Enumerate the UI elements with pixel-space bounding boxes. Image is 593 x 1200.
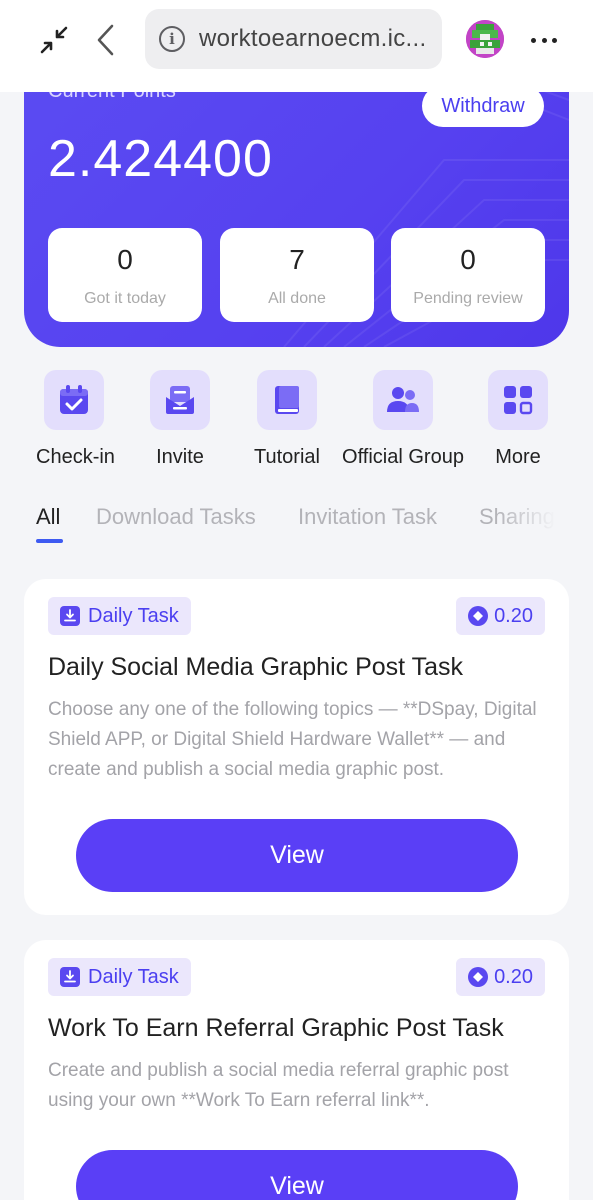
task-title: Work To Earn Referral Graphic Post Task — [48, 1014, 504, 1042]
address-bar[interactable]: i worktoearnoecm.ic... — [145, 9, 442, 69]
tabs-fade — [496, 504, 556, 544]
download-icon — [60, 606, 80, 626]
url-text: worktoearnoecm.ic... — [199, 25, 427, 52]
browser-toolbar: i worktoearnoecm.ic... — [0, 0, 593, 92]
stat-value: 0 — [460, 244, 476, 275]
collapse-arrows-icon[interactable] — [38, 24, 70, 56]
view-button[interactable]: View — [76, 1150, 518, 1200]
task-tabs: All Download Tasks Invitation Task Shari… — [36, 504, 556, 548]
reward-value: 0.20 — [494, 604, 533, 627]
active-tab-indicator — [36, 539, 63, 543]
shortcut-label: More — [495, 446, 541, 468]
task-description: Choose any one of the following topics —… — [48, 699, 537, 780]
badge-label: Daily Task — [88, 604, 179, 627]
task-card: Daily Task 0.20 Daily Social Media Graph… — [24, 579, 569, 915]
book-icon — [257, 370, 317, 430]
download-icon — [60, 967, 80, 987]
view-button[interactable]: View — [76, 819, 518, 892]
calendar-check-icon — [44, 370, 104, 430]
coin-icon — [468, 606, 489, 626]
stat-label: Pending review — [413, 290, 523, 307]
task-card: Daily Task 0.20 Work To Earn Referral Gr… — [24, 940, 569, 1200]
shortcut-official-group[interactable]: Official Group — [342, 370, 464, 469]
coin-icon — [468, 967, 489, 987]
grid-icon — [488, 370, 548, 430]
stat-all-done[interactable]: 7 All done — [220, 228, 374, 322]
task-title: Daily Social Media Graphic Post Task — [48, 653, 463, 681]
shortcut-tutorial[interactable]: Tutorial — [249, 370, 325, 469]
menu-dot — [552, 37, 557, 43]
shortcut-invite[interactable]: Invite — [142, 370, 218, 469]
task-description: Create and publish a social media referr… — [48, 1060, 509, 1111]
badge-label: Daily Task — [88, 965, 179, 988]
shortcut-label: Check-in — [36, 446, 115, 468]
reward-value: 0.20 — [494, 965, 533, 988]
menu-dot — [531, 37, 536, 43]
group-icon — [373, 370, 433, 430]
daily-task-badge: Daily Task — [48, 597, 191, 635]
more-menu-button[interactable] — [528, 26, 560, 54]
current-points-value: 2.424400 — [48, 130, 273, 188]
menu-dot — [541, 37, 547, 43]
daily-task-badge: Daily Task — [48, 958, 191, 996]
stat-label: All done — [268, 290, 326, 307]
shortcut-label: Invite — [156, 446, 204, 468]
chevron-left-icon — [97, 24, 114, 56]
shortcut-label: Official Group — [342, 446, 464, 468]
reward-badge: 0.20 — [456, 958, 545, 996]
tab-download-tasks[interactable]: Download Tasks — [96, 504, 256, 530]
envelope-icon — [150, 370, 210, 430]
site-info-icon[interactable]: i — [159, 26, 185, 52]
stat-pending-review[interactable]: 0 Pending review — [391, 228, 545, 322]
stat-got-today[interactable]: 0 Got it today — [48, 228, 202, 322]
site-avatar-icon[interactable] — [466, 20, 504, 58]
tab-invitation-task[interactable]: Invitation Task — [298, 504, 437, 530]
stat-value: 0 — [117, 244, 133, 275]
stat-label: Got it today — [84, 290, 166, 307]
shortcut-label: Tutorial — [254, 446, 320, 468]
tab-all[interactable]: All — [36, 504, 60, 530]
stat-value: 7 — [289, 244, 305, 275]
shortcut-more[interactable]: More — [480, 370, 556, 469]
reward-badge: 0.20 — [456, 597, 545, 635]
back-button[interactable] — [92, 22, 120, 58]
shortcut-check-in[interactable]: Check-in — [36, 370, 115, 469]
